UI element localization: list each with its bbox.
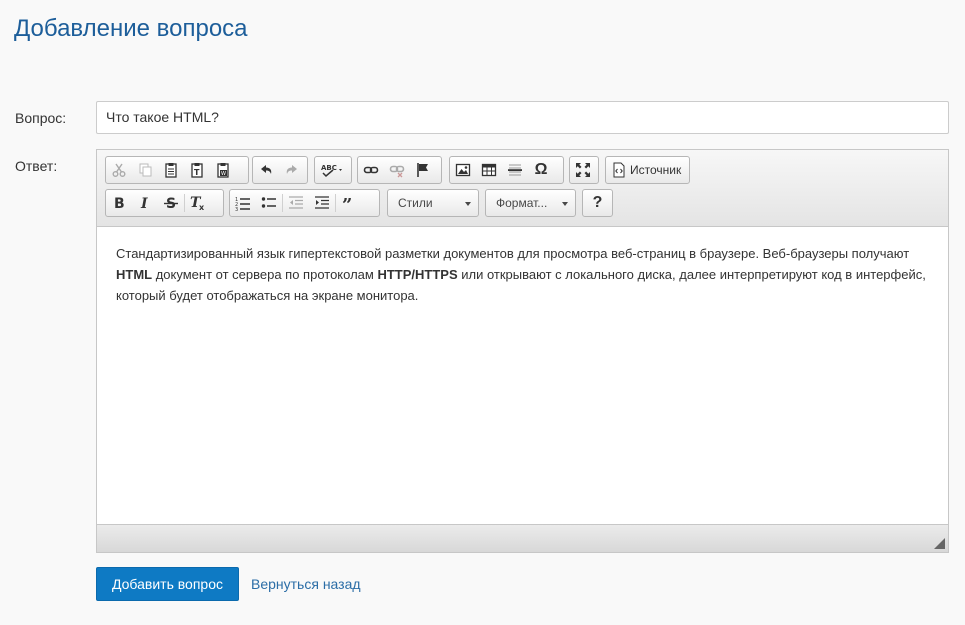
help-button[interactable]: ? [582, 189, 613, 217]
source-button[interactable]: Источник [605, 156, 690, 184]
blockquote-icon[interactable]: ” [336, 190, 362, 216]
svg-text:I: I [140, 196, 148, 211]
clipboard-group: T W [105, 156, 249, 184]
styles-label: Стили [398, 196, 433, 210]
outdent-icon[interactable] [283, 190, 309, 216]
image-icon[interactable] [450, 157, 476, 183]
editor-toolbar: T W ABC Ω Источник B I S T x 1 2 3 ” Сти… [97, 150, 948, 227]
content-text: или открывают с локального диска, далее … [457, 267, 926, 282]
source-icon [613, 162, 625, 178]
paste-icon[interactable] [158, 157, 184, 183]
resize-handle-icon[interactable] [934, 538, 945, 549]
maximize-group [569, 156, 599, 184]
bulleted-list-icon[interactable] [256, 190, 282, 216]
cut-icon[interactable] [106, 157, 132, 183]
styles-dropdown[interactable]: Стили [387, 189, 479, 217]
rich-text-editor: T W ABC Ω Источник B I S T x 1 2 3 ” Сти… [96, 149, 949, 553]
question-input[interactable]: Что такое HTML? [96, 101, 949, 134]
editor-content[interactable]: Стандартизированный язык гипертекстовой … [97, 227, 948, 524]
redo-icon[interactable] [279, 157, 305, 183]
copy-icon[interactable] [132, 157, 158, 183]
svg-text:ABC: ABC [321, 164, 337, 172]
svg-text:3: 3 [235, 207, 238, 211]
paste-word-icon[interactable]: W [210, 157, 236, 183]
bold-text: HTML [116, 267, 153, 282]
svg-text:W: W [221, 171, 226, 177]
paste-text-icon[interactable]: T [184, 157, 210, 183]
back-link[interactable]: Вернуться назад [251, 576, 361, 592]
insert-group: Ω [449, 156, 564, 184]
spellcheck-icon[interactable]: ABC [315, 157, 351, 183]
answer-label: Ответ: [15, 158, 58, 174]
maximize-icon[interactable] [570, 157, 596, 183]
undo-redo-group [252, 156, 308, 184]
chevron-down-icon [562, 202, 568, 206]
spellcheck-group: ABC [314, 156, 352, 184]
content-line: Стандартизированный язык гипертекстовой … [116, 246, 910, 261]
links-group [357, 156, 442, 184]
link-icon[interactable] [358, 157, 384, 183]
indent-icon[interactable] [309, 190, 335, 216]
table-icon[interactable] [476, 157, 502, 183]
remove-format-icon[interactable]: Tx [185, 190, 211, 216]
page-title: Добавление вопроса [14, 15, 248, 42]
source-label: Источник [630, 163, 682, 177]
svg-text:”: ” [342, 195, 352, 211]
omega-label: Ω [534, 161, 548, 178]
content-text: документ от сервера по протоколам [152, 267, 378, 282]
editor-statusbar [97, 524, 948, 552]
add-question-button[interactable]: Добавить вопрос [96, 567, 239, 601]
svg-text:x: x [199, 203, 205, 211]
format-label: Формат... [496, 196, 548, 210]
svg-text:T: T [194, 168, 200, 177]
bold-text: HTTP/HTTPS [377, 267, 458, 282]
unlink-icon[interactable] [384, 157, 410, 183]
italic-icon[interactable]: I [132, 190, 158, 216]
horizontal-rule-icon[interactable] [502, 157, 528, 183]
basic-styles-group: B I S Tx [105, 189, 224, 217]
anchor-flag-icon[interactable] [410, 157, 436, 183]
special-char-icon[interactable]: Ω [528, 157, 554, 183]
numbered-list-icon[interactable]: 123 [230, 190, 256, 216]
svg-text:B: B [114, 196, 125, 211]
chevron-down-icon [465, 202, 471, 206]
bold-icon[interactable]: B [106, 190, 132, 216]
strikethrough-icon[interactable]: S [158, 190, 184, 216]
undo-icon[interactable] [253, 157, 279, 183]
paragraph-group: 123 ” [229, 189, 380, 217]
content-line: HTML документ от сервера по протоколам H… [116, 264, 929, 285]
format-dropdown[interactable]: Формат... [485, 189, 576, 217]
content-line: который будет отображаться на экране мон… [116, 288, 419, 303]
help-icon: ? [592, 194, 603, 211]
question-label: Вопрос: [15, 110, 67, 126]
